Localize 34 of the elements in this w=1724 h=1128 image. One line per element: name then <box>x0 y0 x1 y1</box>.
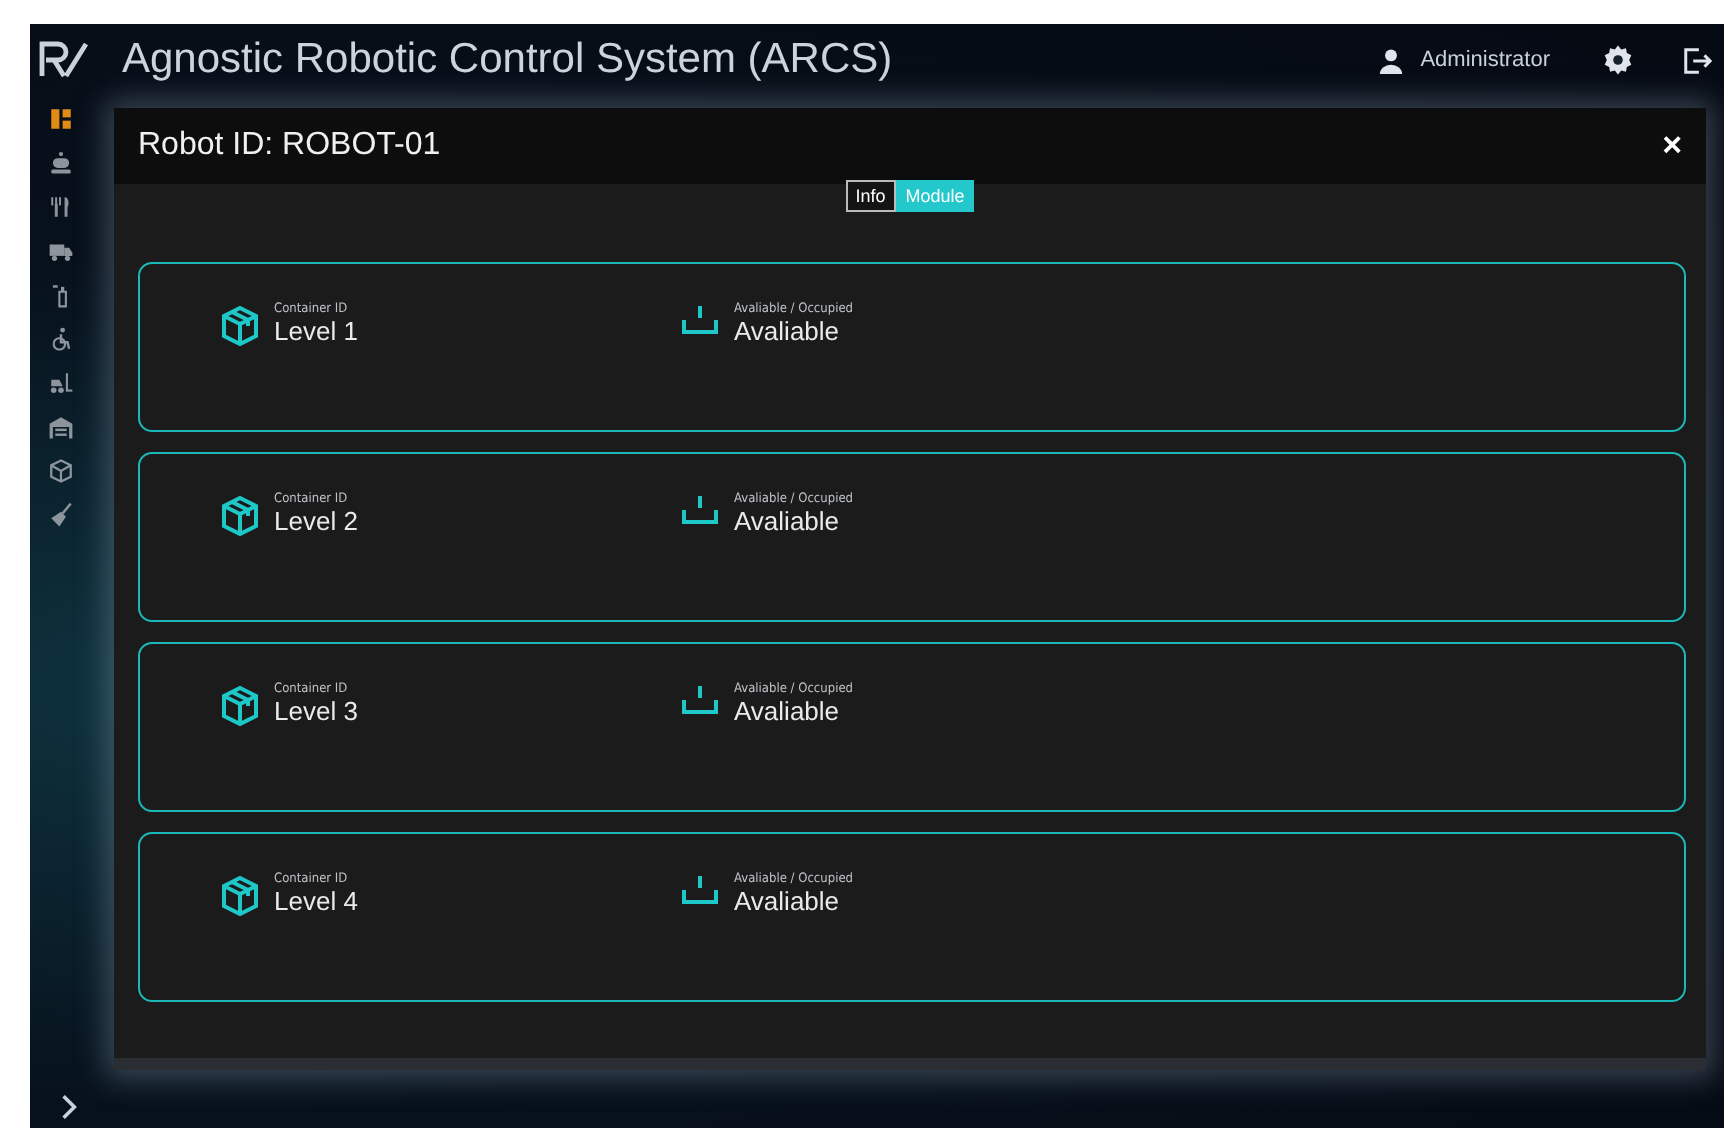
status-value: Avaliable <box>734 316 842 346</box>
wheelchair-icon[interactable] <box>47 326 73 352</box>
close-button[interactable]: × <box>1658 126 1686 166</box>
tab[interactable]: Info <box>845 180 896 212</box>
bottle-icon[interactable] <box>47 282 73 308</box>
container-id: Level 3 <box>274 696 358 726</box>
app-title: Agnostic Robotic Control System (ARCS) <box>122 36 893 84</box>
user-icon <box>1378 47 1405 73</box>
warehouse-icon[interactable] <box>47 414 73 440</box>
status-value: Avaliable <box>734 506 842 536</box>
fork-knife-icon[interactable] <box>47 194 73 220</box>
box-icon <box>220 684 260 728</box>
logout-icon[interactable] <box>1682 45 1712 75</box>
tray-icon <box>680 494 720 526</box>
dashboard-icon[interactable] <box>47 106 73 132</box>
dialog-title: Robot ID: ROBOT-01 <box>138 128 441 164</box>
logo-icon <box>38 40 90 80</box>
box-icon <box>220 304 260 348</box>
container-id: Level 2 <box>274 506 358 536</box>
status-value: Avaliable <box>734 696 842 726</box>
tray-icon <box>680 684 720 716</box>
tray-icon <box>680 874 720 906</box>
box-icon <box>220 874 260 918</box>
status-value: Avaliable <box>734 886 842 916</box>
box-icon[interactable] <box>47 458 73 484</box>
broom-icon[interactable] <box>47 502 73 528</box>
settings-icon[interactable] <box>1602 44 1634 76</box>
container-id: Level 4 <box>274 886 358 916</box>
user-name[interactable]: Administrator <box>1420 48 1550 72</box>
chevron-right-icon[interactable] <box>60 1094 78 1120</box>
forklift-icon[interactable] <box>47 370 73 396</box>
container-id: Level 1 <box>274 316 358 346</box>
box-icon <box>220 494 260 538</box>
tray-icon <box>680 304 720 336</box>
